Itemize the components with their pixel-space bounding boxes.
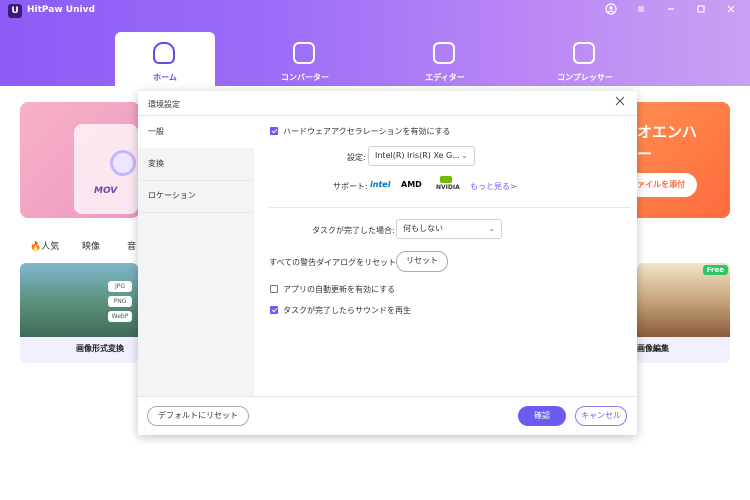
- divider: [269, 207, 630, 208]
- menu-icon[interactable]: [634, 3, 648, 17]
- support-label: サポート:: [333, 182, 368, 191]
- setting-label: 設定:: [347, 153, 366, 162]
- minimize-icon[interactable]: [664, 3, 678, 17]
- on-complete-select[interactable]: 何もしない ⌄: [396, 219, 502, 239]
- reset-warnings-label: すべての警告ダイアログをリセット:: [269, 258, 399, 267]
- app-logo-icon: U: [8, 4, 22, 18]
- tab-converter-label: コンバーター: [281, 73, 329, 82]
- app-title: HitPaw Univd: [27, 5, 95, 15]
- reset-default-button[interactable]: デフォルトにリセット: [147, 406, 249, 426]
- preferences-dialog: 環境設定 一般 変換 ロケーション ハードウェアアクセラレーションを有効にする …: [138, 91, 637, 435]
- nvidia-logo-label: NVIDIA: [436, 184, 460, 191]
- gpu-select-value: Intel(R) Iris(R) Xe G...: [375, 151, 460, 160]
- app-header: U HitPaw Univd ホーム コンバーター エディター コンプレッサー: [0, 0, 750, 86]
- close-icon[interactable]: [613, 95, 627, 109]
- chevron-down-icon: ⌄: [461, 151, 468, 160]
- on-complete-label: タスクが完了した場合:: [312, 226, 395, 235]
- dialog-sidebar: 一般 変換 ロケーション: [138, 116, 254, 396]
- account-icon[interactable]: [604, 3, 618, 17]
- tab-editor[interactable]: エディター: [395, 32, 495, 86]
- intel-logo-icon: intel: [370, 180, 391, 189]
- auto-update-label: アプリの自動更新を有効にする: [283, 285, 396, 294]
- home-icon: [153, 42, 175, 64]
- nvidia-logo-icon: NVIDIA: [436, 176, 460, 191]
- chevron-down-icon: ⌄: [488, 224, 495, 233]
- sidebar-item-location[interactable]: ロケーション: [138, 180, 254, 212]
- cancel-button[interactable]: キャンセル: [575, 406, 627, 426]
- converter-icon: [293, 42, 315, 64]
- editor-icon: [433, 42, 455, 64]
- dialog-title: 環境設定: [148, 100, 180, 109]
- hw-accel-label: ハードウェアアクセラレーションを有効にする: [283, 127, 451, 136]
- reset-warnings-button[interactable]: リセット: [396, 251, 448, 272]
- tab-editor-label: エディター: [425, 73, 465, 82]
- close-icon[interactable]: [724, 3, 738, 17]
- tab-compressor-label: コンプレッサー: [557, 73, 613, 82]
- divider: [138, 396, 637, 397]
- tab-compressor[interactable]: コンプレッサー: [535, 32, 635, 86]
- compressor-icon: [573, 42, 595, 64]
- divider: [138, 212, 254, 213]
- play-sound-label: タスクが完了したらサウンドを再生: [283, 306, 411, 315]
- on-complete-select-value: 何もしない: [403, 224, 443, 233]
- amd-logo-icon: AMD: [401, 180, 422, 189]
- maximize-icon[interactable]: [694, 3, 708, 17]
- tab-converter[interactable]: コンバーター: [255, 32, 355, 86]
- sidebar-item-conversion[interactable]: 変換: [138, 148, 254, 180]
- auto-update-checkbox[interactable]: [270, 285, 278, 293]
- sidebar-item-general[interactable]: 一般: [138, 116, 254, 148]
- gpu-select[interactable]: Intel(R) Iris(R) Xe G... ⌄: [368, 146, 475, 166]
- tab-home[interactable]: ホーム: [115, 32, 215, 86]
- hw-accel-checkbox[interactable]: [270, 127, 278, 135]
- more-link[interactable]: もっと見る>: [470, 181, 517, 192]
- tab-home-label: ホーム: [153, 73, 177, 82]
- confirm-button[interactable]: 確認: [518, 406, 566, 426]
- play-sound-checkbox[interactable]: [270, 306, 278, 314]
